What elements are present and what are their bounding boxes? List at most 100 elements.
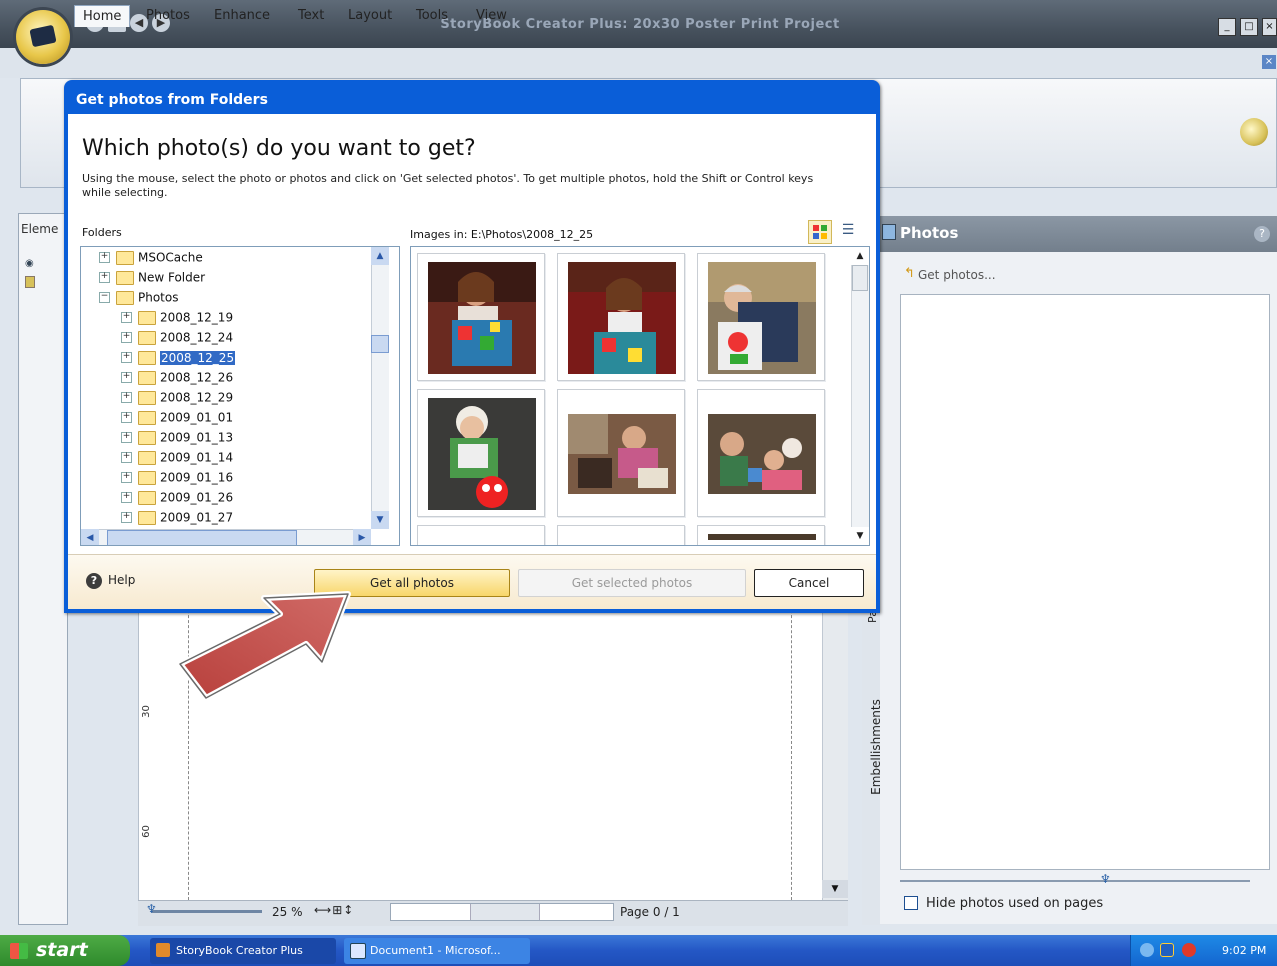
scrollbar-thumb[interactable] — [107, 530, 297, 545]
scroll-right-icon[interactable]: ▶ — [353, 529, 371, 545]
folder-tree-item[interactable]: +2008_12_26 — [81, 367, 381, 387]
tree-vertical-scrollbar[interactable] — [371, 247, 389, 529]
folder-tree-item[interactable]: + MSOCache — [81, 247, 381, 267]
folder-tree-item[interactable]: +2009_01_26 — [81, 487, 381, 507]
get-photos-dialog: Get photos from Folders Which photo(s) d… — [64, 80, 880, 613]
close-window-button[interactable]: × — [1262, 18, 1277, 36]
folder-name: 2009_01_26 — [160, 490, 234, 505]
expand-icon[interactable]: + — [121, 372, 132, 383]
expand-icon[interactable]: + — [99, 272, 110, 283]
folder-tree[interactable]: + MSOCache + New Folder − Photos +2008_12_19 +2… — [80, 246, 400, 546]
scroll-down-icon[interactable]: ▼ — [822, 880, 848, 898]
start-button[interactable]: start — [0, 935, 130, 966]
list-view-icon[interactable]: ☰ — [838, 222, 858, 242]
folder-name: 2008_12_29 — [160, 390, 234, 405]
collapse-icon[interactable]: − — [99, 292, 110, 303]
folder-tree-item[interactable]: +2009_01_13 — [81, 427, 381, 447]
ruler-label: 30 — [140, 705, 152, 718]
zoom-slider[interactable] — [152, 910, 262, 913]
taskbar-item-document[interactable]: Document1 - Microsof... — [344, 938, 530, 964]
expand-icon[interactable]: + — [121, 512, 132, 523]
tray-network-icon[interactable] — [1160, 943, 1174, 957]
folder-tree-item[interactable]: +2008_12_24 — [81, 327, 381, 347]
fit-page-icons[interactable]: ⟷⊞↕ — [314, 903, 354, 917]
canvas-vertical-scrollbar[interactable] — [822, 600, 848, 900]
elements-panel-label: Eleme — [21, 222, 59, 236]
tab-tools[interactable]: Tools — [412, 5, 452, 27]
get-photos-link[interactable]: Get photos... — [918, 268, 996, 282]
scrollbar-thumb[interactable] — [371, 335, 389, 353]
tab-view[interactable]: View — [472, 5, 511, 27]
expand-icon[interactable]: + — [121, 312, 132, 323]
maximize-button[interactable]: □ — [1240, 18, 1258, 36]
taskbar-item-storybook[interactable]: StoryBook Creator Plus — [150, 938, 336, 964]
expand-icon[interactable]: + — [121, 452, 132, 463]
expand-icon[interactable]: + — [99, 252, 110, 263]
tray-security-icon[interactable] — [1182, 943, 1196, 957]
app-menu-orb-button[interactable] — [16, 10, 70, 64]
tab-text[interactable]: Text — [294, 5, 328, 27]
get-photos-icon[interactable]: ↰ — [904, 266, 915, 281]
ribbon-close-icon[interactable]: × — [1262, 55, 1276, 69]
expand-icon[interactable]: + — [121, 472, 132, 483]
thumbnail-view-button[interactable] — [808, 220, 832, 244]
tray-expand-icon[interactable] — [1140, 943, 1154, 957]
tab-layout[interactable]: Layout — [344, 5, 396, 27]
scroll-down-icon[interactable]: ▼ — [371, 511, 389, 529]
eye-icon[interactable]: ◉ — [25, 258, 35, 269]
expand-icon[interactable]: + — [121, 412, 132, 423]
cancel-button[interactable]: Cancel — [754, 569, 864, 597]
photo-thumbnail[interactable] — [417, 525, 545, 545]
folder-tree-item[interactable]: +2008_12_19 — [81, 307, 381, 327]
photo-image — [708, 398, 816, 510]
photos-list[interactable] — [900, 294, 1270, 870]
folder-tree-item[interactable]: +2009_01_01 — [81, 407, 381, 427]
thumbnail-size-slider[interactable] — [900, 880, 1250, 882]
photo-thumbnail[interactable] — [697, 389, 825, 517]
thumbnail-size-knob[interactable]: ♆ — [1100, 872, 1111, 886]
folder-tree-item[interactable]: +2008_12_29 — [81, 387, 381, 407]
folder-tree-item[interactable]: +2009_01_16 — [81, 467, 381, 487]
photo-thumbnail[interactable] — [417, 389, 545, 517]
scrollbar-thumb[interactable] — [852, 265, 868, 291]
photo-thumbnail[interactable] — [557, 253, 685, 381]
help-icon[interactable]: ? — [86, 573, 102, 589]
image-thumbnail-grid[interactable]: ▲ ▼ — [410, 246, 870, 546]
hide-photos-checkbox[interactable] — [904, 896, 918, 910]
dialog-title: Get photos from Folders — [76, 92, 268, 108]
scroll-up-icon[interactable]: ▲ — [851, 247, 869, 265]
lock-icon[interactable] — [25, 276, 35, 288]
folder-tree-item[interactable]: +2009_01_14 — [81, 447, 381, 467]
folder-tree-item[interactable]: +2009_01_27 — [81, 507, 381, 527]
zoom-slider-knob[interactable]: ♆ — [146, 902, 157, 916]
folder-icon — [116, 270, 134, 285]
photos-help-icon[interactable]: ? — [1254, 226, 1270, 242]
scroll-down-icon[interactable]: ▼ — [851, 527, 869, 545]
scroll-left-icon[interactable]: ◀ — [81, 529, 99, 545]
folder-tree-item[interactable]: + New Folder — [81, 267, 381, 287]
grid-vertical-scrollbar[interactable] — [851, 247, 869, 545]
expand-icon[interactable]: + — [121, 392, 132, 403]
folder-tree-item[interactable]: − Photos — [81, 287, 381, 307]
tab-photos[interactable]: Photos — [142, 5, 194, 27]
photo-thumbnail[interactable] — [557, 389, 685, 517]
minimize-button[interactable]: _ — [1218, 18, 1236, 36]
photo-thumbnail[interactable] — [417, 253, 545, 381]
photo-thumbnail[interactable] — [557, 525, 685, 545]
expand-icon[interactable]: + — [121, 332, 132, 343]
tab-home[interactable]: Home — [74, 5, 131, 27]
expand-icon[interactable]: + — [121, 492, 132, 503]
expand-icon[interactable]: + — [121, 432, 132, 443]
folder-name: 2009_01_14 — [160, 450, 234, 465]
scroll-up-icon[interactable]: ▲ — [371, 247, 389, 265]
photo-thumbnail[interactable] — [697, 525, 825, 545]
photo-thumbnail[interactable] — [697, 253, 825, 381]
help-orb-icon[interactable] — [1240, 118, 1268, 146]
folder-name: 2008_12_25 — [160, 350, 236, 365]
tab-enhance[interactable]: Enhance — [210, 5, 274, 27]
help-link[interactable]: Help — [108, 573, 135, 587]
get-selected-photos-button[interactable]: Get selected photos — [518, 569, 746, 597]
expand-icon[interactable]: + — [121, 352, 132, 363]
scrollbar-thumb[interactable] — [470, 904, 540, 920]
folder-tree-item[interactable]: +2008_12_25 — [81, 347, 381, 367]
